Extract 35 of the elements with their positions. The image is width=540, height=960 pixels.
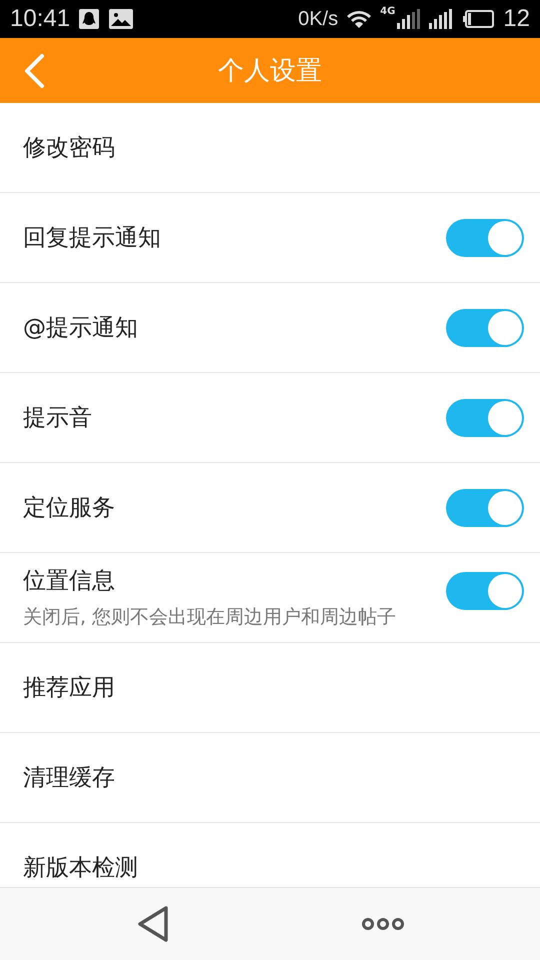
settings-row[interactable]: 定位服务: [0, 463, 540, 553]
wifi-icon: [346, 9, 372, 29]
setting-label: 新版本检测: [23, 854, 138, 883]
page-title: 个人设置: [218, 55, 322, 88]
network-speed: 0K/s: [298, 8, 338, 30]
setting-label: 回复提示通知: [23, 224, 161, 253]
back-icon[interactable]: [136, 905, 170, 943]
toggle-switch[interactable]: [446, 218, 524, 256]
setting-label: 定位服务: [23, 494, 115, 523]
setting-label: 推荐应用: [23, 674, 115, 703]
settings-row[interactable]: 提示音: [0, 373, 540, 463]
setting-label: 提示音: [23, 404, 92, 433]
signal-icon: [397, 9, 422, 29]
settings-row[interactable]: 修改密码: [0, 103, 540, 193]
settings-row[interactable]: 推荐应用: [0, 643, 540, 733]
toggle-switch[interactable]: [446, 572, 524, 610]
image-icon: [108, 8, 134, 30]
toggle-switch[interactable]: [446, 398, 524, 436]
toggle-switch[interactable]: [446, 488, 524, 526]
setting-label: 修改密码: [23, 134, 115, 163]
settings-row[interactable]: 位置信息 关闭后, 您则不会出现在周边用户和周边帖子: [0, 553, 540, 643]
setting-description: 关闭后, 您则不会出现在周边用户和周边帖子: [23, 605, 396, 630]
more-icon[interactable]: [362, 917, 404, 931]
penguin-icon: [78, 8, 100, 30]
network-type: 4G: [380, 6, 396, 17]
setting-label: @提示通知: [23, 314, 138, 343]
settings-row[interactable]: 清理缓存: [0, 733, 540, 823]
toggle-switch[interactable]: [446, 308, 524, 346]
settings-row[interactable]: @提示通知: [0, 283, 540, 373]
battery-icon: [463, 10, 496, 28]
setting-label: 清理缓存: [23, 764, 115, 793]
settings-row[interactable]: 回复提示通知: [0, 193, 540, 283]
clock: 10:41: [10, 5, 70, 33]
battery-level: 12: [503, 5, 530, 33]
setting-label: 位置信息: [23, 567, 115, 596]
